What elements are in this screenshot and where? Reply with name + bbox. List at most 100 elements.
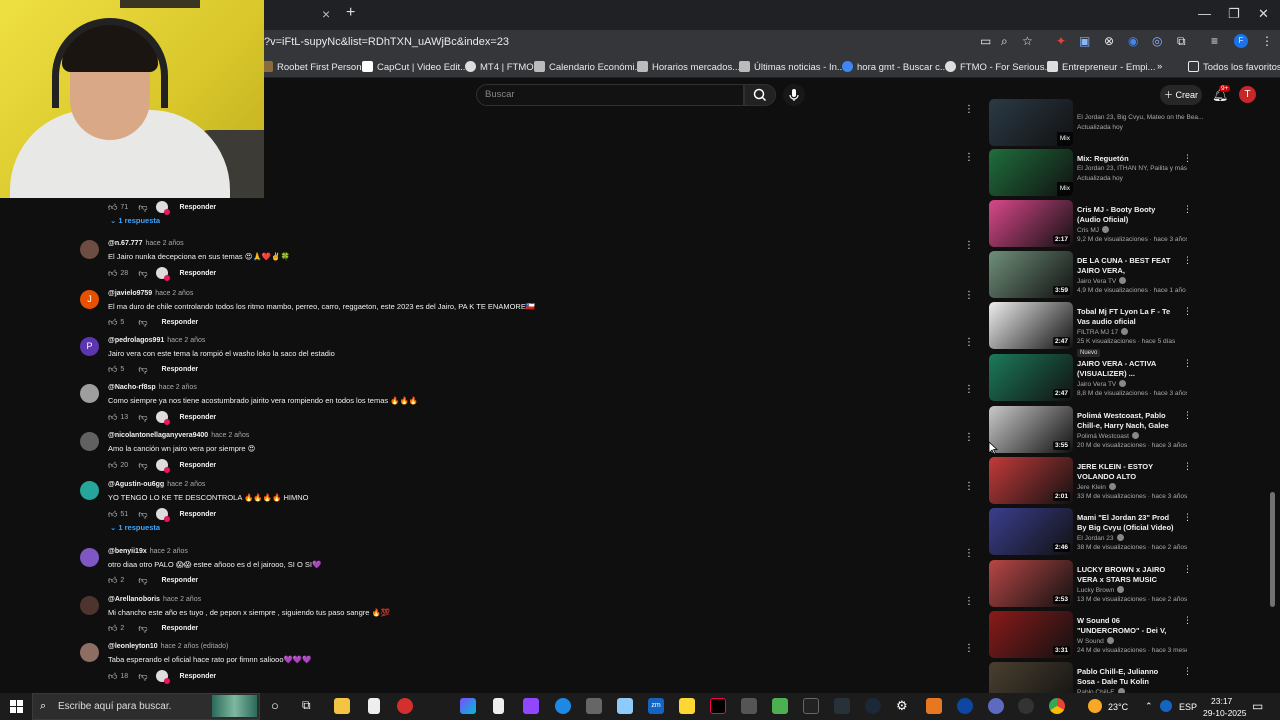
video-thumbnail[interactable]: 2:46 (989, 508, 1073, 555)
weather-icon[interactable] (1088, 699, 1102, 713)
comment-avatar[interactable] (80, 596, 99, 615)
comment-author[interactable]: @n.67.777 (108, 240, 142, 247)
comment-author[interactable]: @nicolantonellaganyvera9400 (108, 432, 208, 439)
video-menu-icon[interactable]: ⋮ (1183, 204, 1192, 215)
zoom-icon[interactable]: ⌕ (1001, 34, 1008, 49)
extension-icon[interactable]: ✦ (1056, 34, 1066, 48)
video-menu-icon[interactable]: ⋮ (1183, 358, 1192, 369)
video-title[interactable]: Mami "El Jordan 23" Prod By Big Cvyu (Of… (1077, 513, 1177, 532)
video-title[interactable]: Mix: Reguetón (1077, 154, 1177, 164)
extension-icon[interactable]: ◎ (1152, 34, 1162, 48)
dislike-icon[interactable]: 👎︎ (138, 671, 147, 682)
bookmark-item[interactable]: Calendario Económi... (534, 61, 642, 73)
video-menu-icon[interactable]: ⋮ (1183, 666, 1192, 677)
like-icon[interactable]: 👍︎ (108, 202, 117, 213)
tray-chevron-icon[interactable]: ⌃ (1145, 701, 1153, 712)
app-icon[interactable] (803, 698, 819, 714)
sticky-notes-icon[interactable] (679, 698, 695, 714)
video-title[interactable]: Tobal Mj FT Lyon La F - Te Vas audio ofi… (1077, 307, 1177, 326)
channel-name[interactable]: W Sound (1077, 637, 1114, 645)
video-thumbnail[interactable]: 2:01 (989, 457, 1073, 504)
comment-date[interactable]: hace 2 años (167, 481, 205, 488)
video-menu-icon[interactable]: ⋮ (1183, 461, 1192, 472)
dislike-icon[interactable]: 👎︎ (138, 509, 147, 520)
create-button[interactable]: ＋ Crear (1160, 85, 1202, 105)
reply-button[interactable]: Responder (162, 366, 199, 373)
reply-button[interactable]: Responder (180, 204, 217, 211)
comment-menu-icon[interactable]: ⋮ (964, 481, 974, 492)
bookmark-item[interactable]: Horarios mercados... (637, 61, 740, 73)
video-thumbnail[interactable]: 3:55 (989, 406, 1073, 453)
video-thumbnail[interactable]: 2:47 (989, 302, 1073, 349)
like-icon[interactable]: 👍︎ (108, 623, 117, 634)
comment-date[interactable]: hace 2 años (163, 596, 201, 603)
video-thumbnail[interactable]: 3:31 (989, 611, 1073, 658)
app-icon[interactable] (460, 698, 476, 714)
reply-button[interactable]: Responder (180, 414, 217, 421)
reply-button[interactable]: Responder (180, 511, 217, 518)
channel-name[interactable]: El Jordan 23 (1077, 534, 1124, 542)
comment-avatar[interactable] (80, 481, 99, 500)
tray-app-icon[interactable] (1160, 700, 1172, 712)
app-icon[interactable] (834, 698, 850, 714)
comment-menu-icon[interactable]: ⋮ (964, 104, 974, 115)
discord-icon[interactable] (988, 698, 1004, 714)
close-tab-icon[interactable]: × (322, 6, 330, 22)
channel-name[interactable]: Jairo Vera TV (1077, 380, 1127, 388)
like-icon[interactable]: 👍︎ (108, 575, 117, 586)
reply-button[interactable]: Responder (180, 673, 217, 680)
comment-author[interactable]: @javielo9759 (108, 290, 152, 297)
channel-name[interactable]: Cris MJ (1077, 226, 1110, 234)
comment-menu-icon[interactable]: ⋮ (964, 596, 974, 607)
comment-date[interactable]: hace 2 años (editado) (161, 643, 229, 650)
clock-time[interactable]: 23:17 (1211, 696, 1232, 706)
task-view-icon[interactable]: ⧉ (302, 698, 311, 713)
bookmark-item[interactable]: Roobet First Person... (262, 61, 369, 73)
comment-author[interactable]: @benyii19x (108, 548, 147, 555)
video-menu-icon[interactable]: ⋮ (1183, 615, 1192, 626)
comment-date[interactable]: hace 2 años (145, 240, 183, 247)
search-button[interactable] (744, 84, 776, 106)
settings-icon[interactable]: ⚙ (896, 698, 908, 714)
extension-icon[interactable]: ⊗ (1104, 34, 1114, 48)
new-tab-button[interactable]: + (346, 4, 355, 22)
steam-icon[interactable] (865, 698, 881, 714)
channel-name[interactable]: Polimá Westcoast (1077, 432, 1139, 440)
video-thumbnail[interactable]: 2:53 (989, 560, 1073, 607)
restore-button[interactable]: ❐ (1228, 6, 1240, 22)
scrollbar[interactable] (1270, 492, 1275, 607)
menu-icon[interactable]: ⋮ (1261, 34, 1273, 48)
language-indicator[interactable]: ESP (1179, 702, 1197, 712)
bookmarks-more-button[interactable]: » (1157, 61, 1162, 72)
all-bookmarks-button[interactable]: Todos los favoritos (1188, 61, 1280, 73)
like-icon[interactable]: 👍︎ (108, 509, 117, 520)
account-avatar[interactable]: T (1239, 86, 1256, 103)
comment-author[interactable]: @Nacho-rf8sp (108, 384, 156, 391)
channel-name[interactable]: El Jordan 23, Big Cvyu, Mateo on the Bea… (1077, 114, 1203, 121)
bookmark-item[interactable]: Últimas noticias - In... (739, 61, 845, 73)
app-icon[interactable] (1018, 698, 1034, 714)
comment-avatar[interactable] (80, 643, 99, 662)
comment-date[interactable]: hace 2 años (159, 384, 197, 391)
reply-button[interactable]: Responder (180, 270, 217, 277)
profile-icon[interactable]: F (1234, 34, 1248, 48)
comment-avatar[interactable]: J (80, 290, 99, 309)
app-icon[interactable] (741, 698, 757, 714)
bookmark-item[interactable]: CapCut | Video Edit... (362, 61, 468, 73)
channel-name[interactable]: FILTRA MJ 17 (1077, 328, 1129, 336)
reply-button[interactable]: Responder (180, 462, 217, 469)
video-menu-icon[interactable]: ⋮ (1183, 564, 1192, 575)
bookmark-item[interactable]: MT4 | FTMO (465, 61, 534, 73)
comment-date[interactable]: hace 2 años (211, 432, 249, 439)
view-replies-button[interactable]: ⌄ 1 respuesta (110, 523, 160, 532)
comment-menu-icon[interactable]: ⋮ (964, 290, 974, 301)
reply-button[interactable]: Responder (162, 577, 199, 584)
like-icon[interactable]: 👍︎ (108, 671, 117, 682)
view-replies-button[interactable]: ⌄ 1 respuesta (110, 216, 160, 225)
comment-avatar[interactable] (80, 240, 99, 259)
extension-icon[interactable]: ◉ (1128, 34, 1138, 48)
video-thumbnail[interactable]: Mix (989, 99, 1073, 146)
close-window-button[interactable]: ✕ (1258, 6, 1269, 22)
video-menu-icon[interactable]: ⋮ (1183, 153, 1192, 164)
video-title[interactable]: JERE KLEIN - ESTOY VOLANDO ALTO 【SPANISH… (1077, 462, 1177, 481)
